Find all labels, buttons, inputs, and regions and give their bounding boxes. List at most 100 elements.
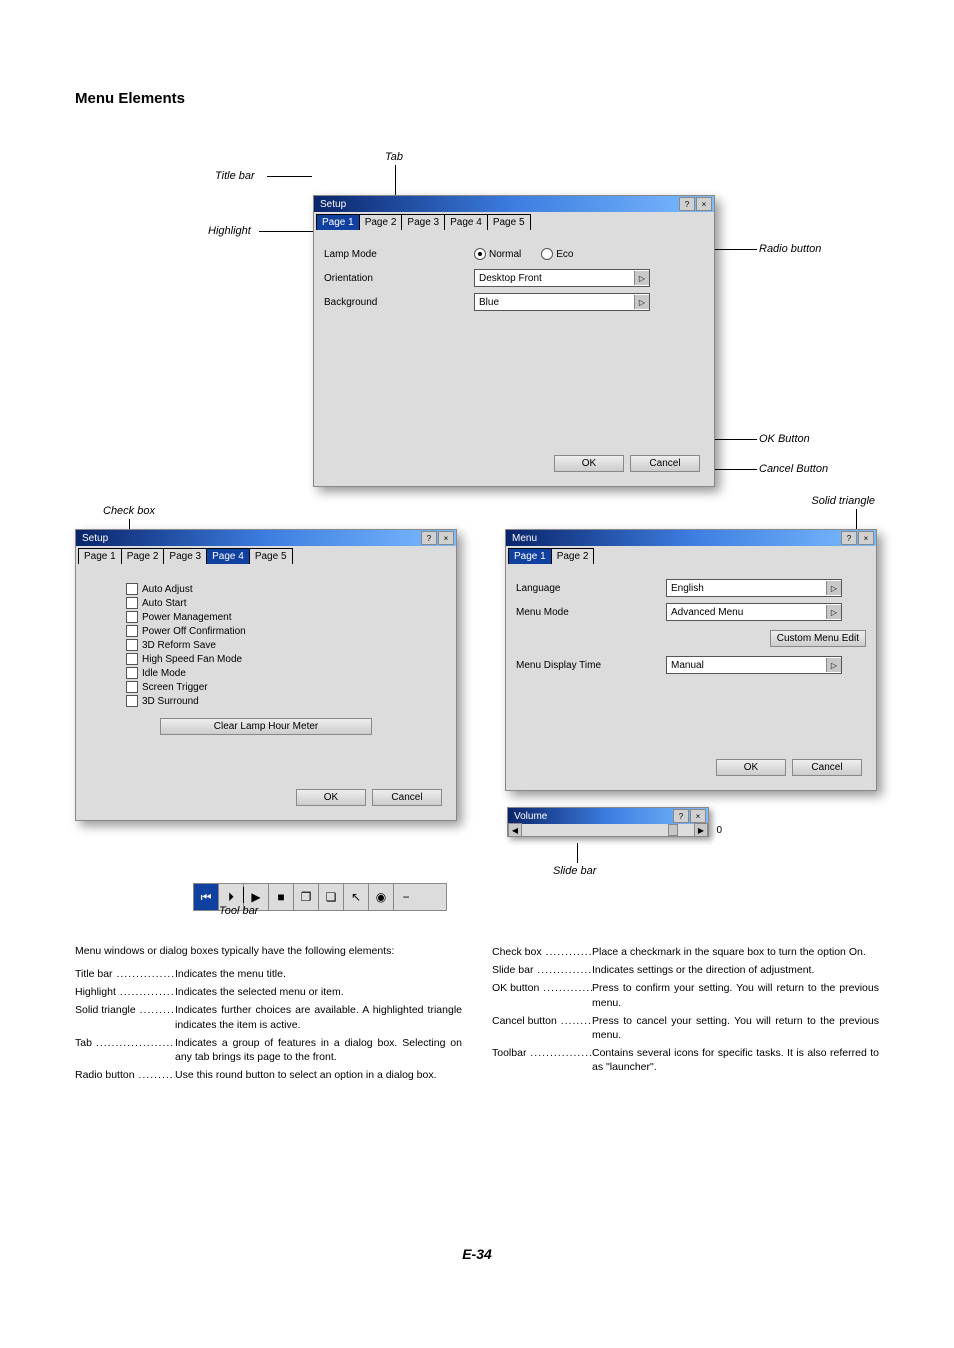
main-diagram: Title bar Tab Highlight Radio button OK …: [95, 125, 895, 495]
volume-title: Volume: [510, 811, 673, 822]
callout-solid-triangle: Solid triangle: [811, 495, 875, 507]
language-label: Language: [516, 583, 666, 594]
background-dropdown[interactable]: Blue ▷: [474, 293, 650, 311]
d2-ok-button[interactable]: OK: [296, 789, 366, 806]
checkbox-list: Auto Adjust Auto Start Power Management …: [126, 582, 446, 708]
d2-tab-4[interactable]: Page 4: [206, 548, 250, 564]
cb-3d-reform[interactable]: 3D Reform Save: [126, 638, 446, 652]
custom-menu-edit-button[interactable]: Custom Menu Edit: [770, 630, 866, 647]
definition-row: TabIndicates a group of features in a di…: [75, 1036, 462, 1064]
d3-ok-button[interactable]: OK: [716, 759, 786, 776]
close-icon[interactable]: ×: [438, 531, 454, 545]
tab-page3[interactable]: Page 3: [401, 214, 445, 230]
cb-idle-mode[interactable]: Idle Mode: [126, 666, 446, 680]
background-value: Blue: [479, 297, 499, 308]
slider-value: 0: [716, 825, 722, 836]
tab-page5[interactable]: Page 5: [487, 214, 531, 230]
menu-mode-label: Menu Mode: [516, 607, 666, 618]
definition-row: Solid triangleIndicates further choices …: [75, 1003, 462, 1031]
d2-tab-2[interactable]: Page 2: [121, 548, 165, 564]
chevron-right-icon: ▷: [634, 271, 649, 285]
tab-page1[interactable]: Page 1: [316, 214, 360, 230]
chevron-right-icon: ▷: [634, 295, 649, 309]
help-icon[interactable]: ?: [679, 197, 695, 211]
dialog3-title: Menu: [508, 533, 841, 544]
close-icon[interactable]: ×: [858, 531, 874, 545]
definition-row: Slide barIndicates settings or the direc…: [492, 963, 879, 977]
cb-auto-start[interactable]: Auto Start: [126, 596, 446, 610]
slider[interactable]: ◀ ▶ 0: [508, 824, 708, 836]
tab-page2[interactable]: Page 2: [359, 214, 403, 230]
cb-power-off-conf[interactable]: Power Off Confirmation: [126, 624, 446, 638]
menu-mode-dropdown[interactable]: Advanced Menu▷: [666, 603, 842, 621]
d2-tab-1[interactable]: Page 1: [78, 548, 122, 564]
toolbar-skip-back-icon[interactable]: ⏮: [194, 884, 219, 910]
language-dropdown[interactable]: English▷: [666, 579, 842, 597]
definition-row: Check boxPlace a checkmark in the square…: [492, 945, 879, 959]
radio-eco-label: Eco: [556, 249, 573, 260]
orientation-value: Desktop Front: [479, 273, 542, 284]
lead-in: Menu windows or dialog boxes typically h…: [75, 945, 462, 957]
d2-tab-3[interactable]: Page 3: [163, 548, 207, 564]
radio-normal[interactable]: Normal: [474, 248, 521, 260]
definition-row: Cancel buttonPress to cancel your settin…: [492, 1014, 879, 1042]
radio-eco[interactable]: Eco: [541, 248, 573, 260]
toolbar-window-icon[interactable]: ❐: [294, 884, 319, 910]
callout-ok: OK Button: [759, 433, 810, 445]
cb-auto-adjust[interactable]: Auto Adjust: [126, 582, 446, 596]
d3-tab-1[interactable]: Page 1: [508, 548, 552, 564]
chevron-right-icon: ▷: [826, 605, 841, 619]
callout-checkbox: Check box: [103, 505, 155, 517]
arrow-right-icon[interactable]: ▶: [694, 823, 708, 837]
d2-cancel-button[interactable]: Cancel: [372, 789, 442, 806]
toolbar-globe-icon[interactable]: ◉: [369, 884, 394, 910]
dialog-setup-page4: Setup ? × Page 1 Page 2 Page 3 Page 4 Pa…: [75, 529, 457, 821]
definition-row: Radio buttonUse this round button to sel…: [75, 1068, 462, 1082]
display-time-dropdown[interactable]: Manual▷: [666, 656, 842, 674]
close-icon[interactable]: ×: [696, 197, 712, 211]
dialog-menu: Menu ? × Page 1 Page 2 Language English▷…: [505, 529, 877, 791]
section-title: Menu Elements: [75, 90, 879, 107]
toolbar-pointer-icon[interactable]: ↖: [344, 884, 369, 910]
toolbar-windows-icon[interactable]: ❏: [319, 884, 344, 910]
chevron-right-icon: ▷: [826, 581, 841, 595]
callout-cancel: Cancel Button: [759, 463, 828, 475]
help-icon[interactable]: ?: [841, 531, 857, 545]
dialog1-tabs: Page 1 Page 2 Page 3 Page 4 Page 5: [314, 212, 714, 230]
d3-tab-2[interactable]: Page 2: [551, 548, 595, 564]
tab-page4[interactable]: Page 4: [444, 214, 488, 230]
background-label: Background: [324, 297, 474, 308]
orientation-label: Orientation: [324, 273, 474, 284]
definition-row: OK buttonPress to confirm your setting. …: [492, 981, 879, 1009]
d2-tab-5[interactable]: Page 5: [249, 548, 293, 564]
lamp-mode-label: Lamp Mode: [324, 249, 474, 260]
dialog1-title: Setup: [316, 199, 679, 210]
toolbar-stop-icon[interactable]: ■: [269, 884, 294, 910]
cb-screen-trigger[interactable]: Screen Trigger: [126, 680, 446, 694]
cb-power-mgmt[interactable]: Power Management: [126, 610, 446, 624]
arrow-left-icon[interactable]: ◀: [508, 823, 522, 837]
chevron-right-icon: ▷: [826, 658, 841, 672]
dialog-setup-page1: Setup ? × Page 1 Page 2 Page 3 Page 4 Pa…: [313, 195, 715, 487]
help-icon[interactable]: ?: [421, 531, 437, 545]
callout-toolbar: Tool bar: [219, 905, 258, 917]
d3-cancel-button[interactable]: Cancel: [792, 759, 862, 776]
toolbar-minus-icon[interactable]: −: [394, 884, 418, 910]
page-number: E-34: [75, 1246, 879, 1262]
ok-button[interactable]: OK: [554, 455, 624, 472]
clear-lamp-button[interactable]: Clear Lamp Hour Meter: [160, 718, 372, 735]
help-icon[interactable]: ?: [673, 809, 689, 823]
cb-fan-mode[interactable]: High Speed Fan Mode: [126, 652, 446, 666]
close-icon[interactable]: ×: [690, 809, 706, 823]
cb-3d-surround[interactable]: 3D Surround: [126, 694, 446, 708]
callout-tab: Tab: [385, 151, 403, 163]
cancel-button[interactable]: Cancel: [630, 455, 700, 472]
orientation-dropdown[interactable]: Desktop Front ▷: [474, 269, 650, 287]
definition-row: Title barIndicates the menu title.: [75, 967, 462, 981]
definition-row: ToolbarContains several icons for specif…: [492, 1046, 879, 1074]
callout-highlight: Highlight: [208, 225, 251, 237]
radio-normal-label: Normal: [489, 249, 521, 260]
definitions: Menu windows or dialog boxes typically h…: [75, 945, 879, 1086]
callout-title-bar: Title bar: [215, 170, 255, 182]
slider-thumb[interactable]: [668, 824, 678, 836]
